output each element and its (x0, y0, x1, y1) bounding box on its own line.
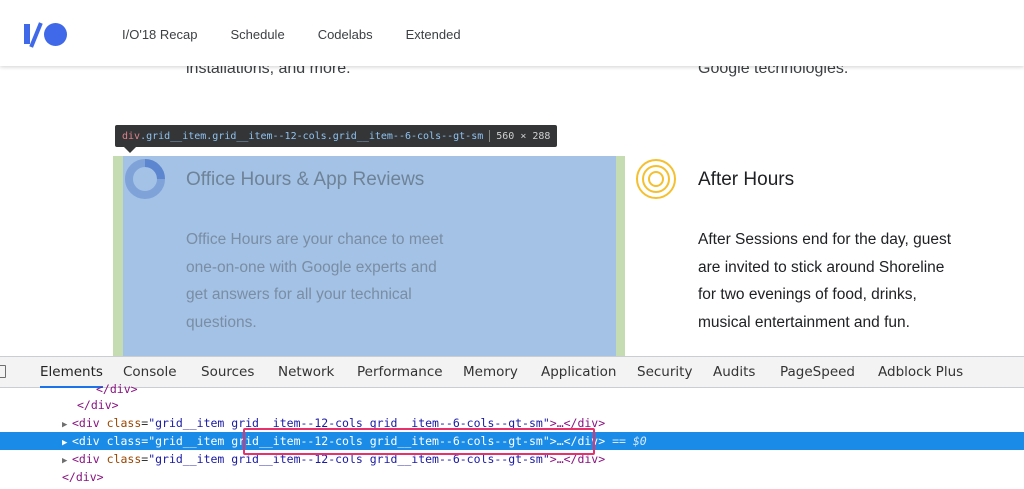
concentric-circles-icon (636, 159, 676, 199)
logo-o-circle (44, 23, 67, 46)
logo-slash (29, 22, 43, 48)
nav-link-recap[interactable]: I/O'18 Recap (122, 27, 197, 42)
card-body-after-hours: After Sessions end for the day, guest ar… (698, 231, 952, 331)
tooltip-tag: div (122, 130, 141, 142)
inspect-element-icon[interactable] (0, 365, 6, 378)
open-tag: <div (72, 452, 107, 466)
card-title-after-hours: After Hours (698, 169, 795, 190)
console-ref-suffix: == $0 (612, 434, 647, 448)
site-header: I/O'18 Recap Schedule Codelabs Extended (0, 0, 1024, 66)
tooltip-classes: .grid__item.grid__item--12-cols.grid__it… (140, 130, 484, 142)
card-title-office-hours: Office Hours & App Reviews (186, 169, 425, 190)
closing-tag: </div> (62, 470, 104, 484)
annotation-highlight-box (243, 428, 595, 455)
attr-name: class (106, 452, 142, 466)
tooltip-separator (489, 130, 491, 142)
closing-tag: </div> (96, 382, 138, 396)
open-tag: <div (72, 416, 107, 430)
donut-ring-icon (125, 159, 165, 199)
attr-name: class (106, 434, 142, 448)
nav-link-schedule[interactable]: Schedule (230, 27, 284, 42)
logo-i-bar (24, 24, 30, 44)
tooltip-arrow (124, 147, 136, 153)
io-logo[interactable] (24, 22, 68, 48)
attr-name: class (106, 416, 142, 430)
tooltip-dimensions: 560 × 288 (496, 130, 551, 142)
dom-line[interactable]: </div> (0, 468, 1024, 486)
nav-link-codelabs[interactable]: Codelabs (318, 27, 373, 42)
open-tag: <div (72, 434, 107, 448)
dom-line[interactable]: </div> (0, 396, 1024, 414)
card-body-office-hours: Office Hours are your chance to meet one… (186, 231, 444, 331)
devtools-panel: Elements Console Sources Network Perform… (0, 356, 1024, 489)
main-nav: I/O'18 Recap Schedule Codelabs Extended (122, 27, 494, 42)
closing-tag: </div> (77, 398, 119, 412)
nav-link-extended[interactable]: Extended (406, 27, 461, 42)
inspect-tooltip: div .grid__item.grid__item--12-cols.grid… (115, 125, 558, 147)
